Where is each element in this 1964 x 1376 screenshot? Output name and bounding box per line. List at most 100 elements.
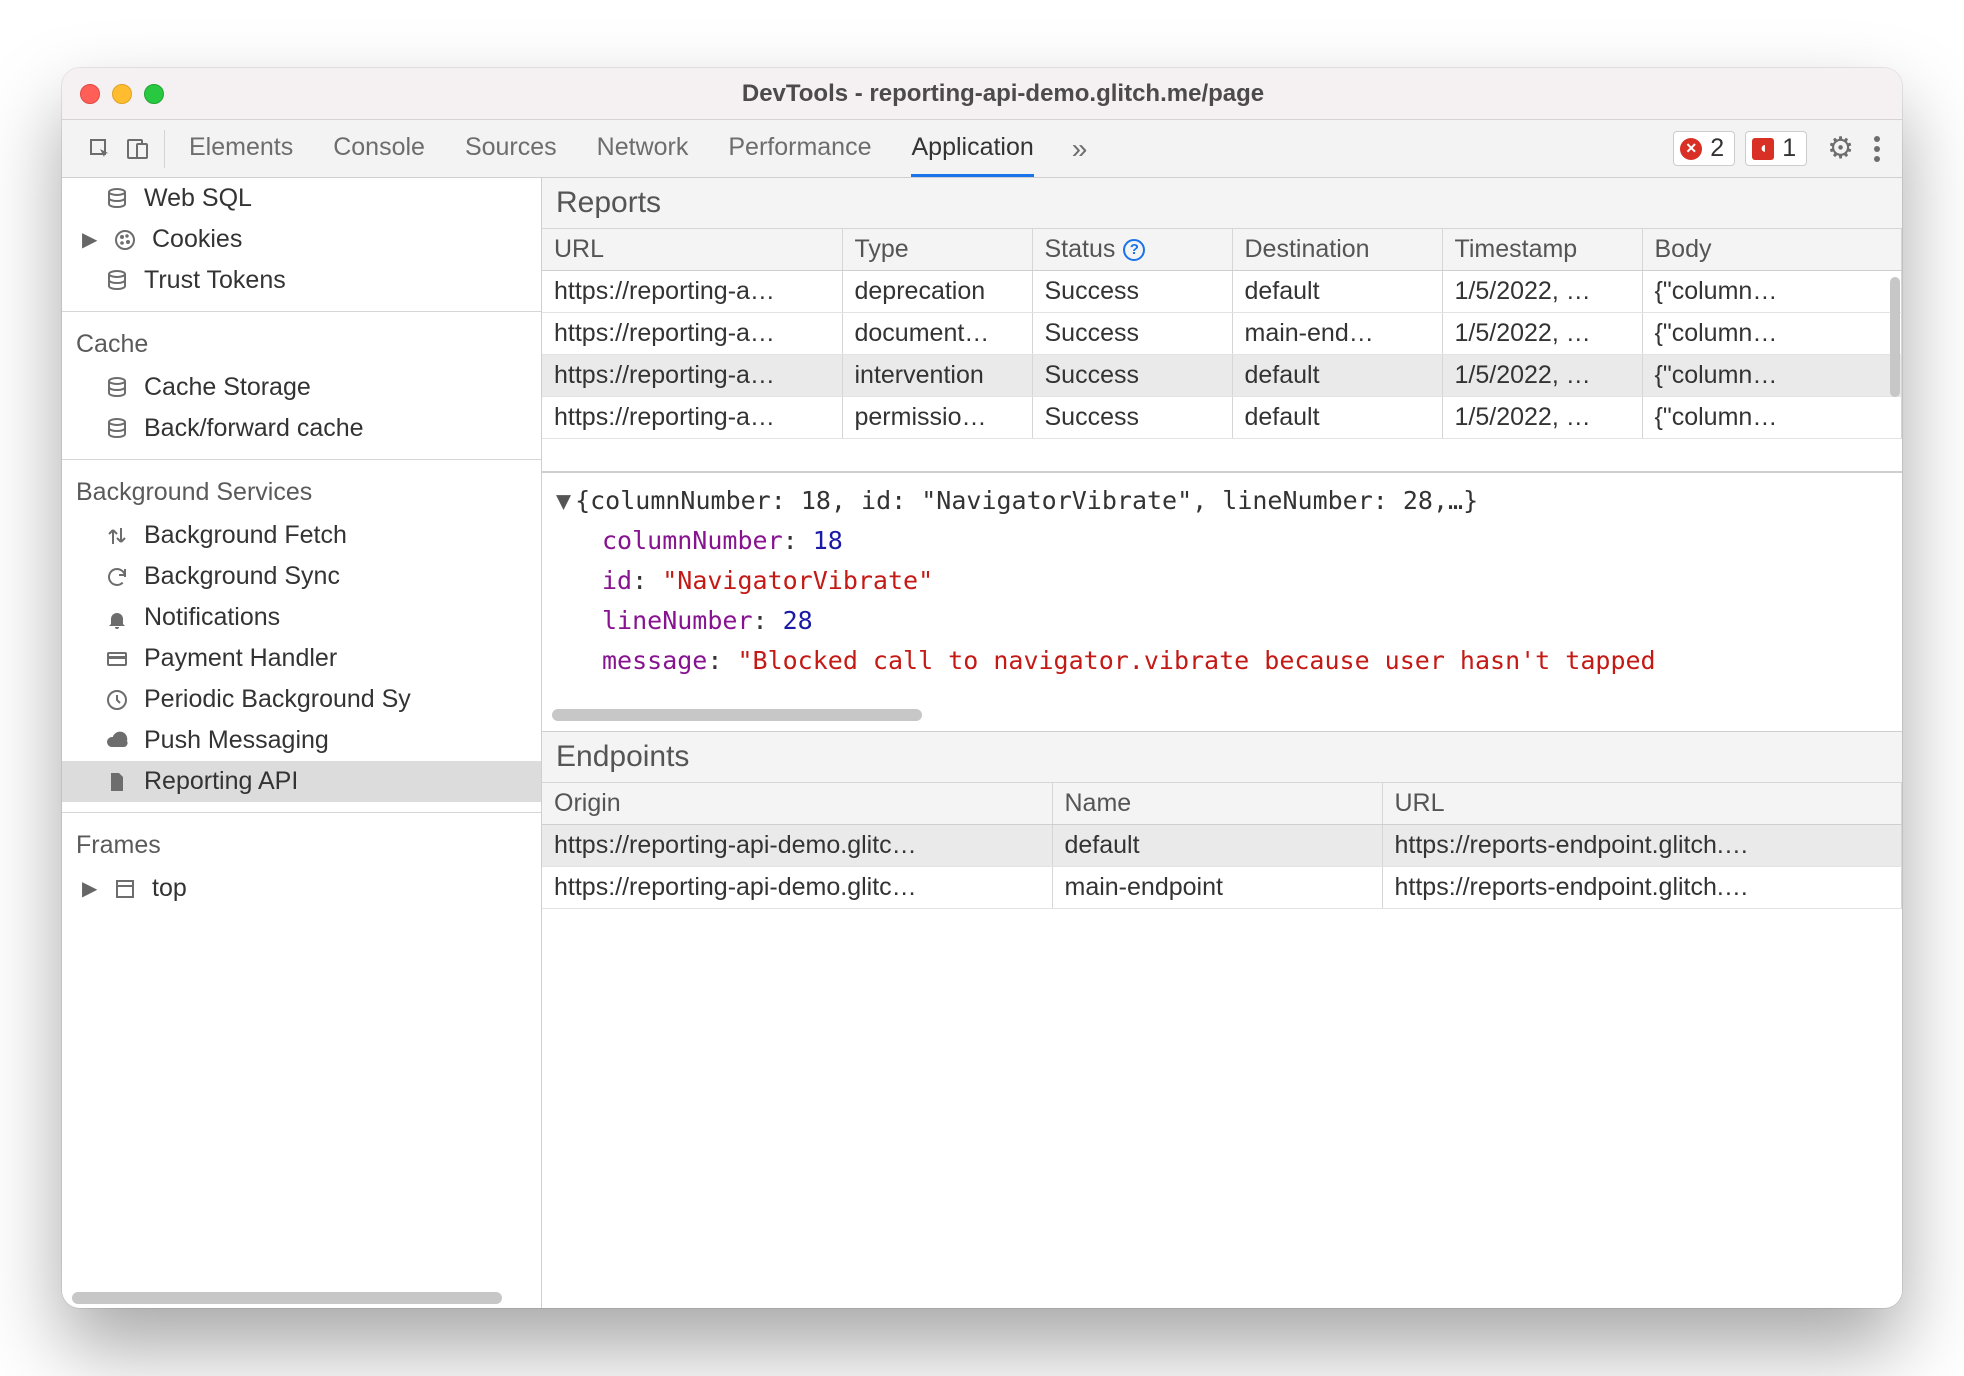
reports-table[interactable]: URL Type Status? Destination Timestamp B… [542, 229, 1902, 271]
sidebar-item-payment[interactable]: Payment Handler [62, 638, 541, 679]
table-cell: main-endpoint [1052, 867, 1382, 909]
table-cell: deprecation [842, 271, 1032, 313]
inspector-property[interactable]: lineNumber: 28 [556, 601, 1888, 641]
col-timestamp[interactable]: Timestamp [1442, 229, 1642, 271]
table-cell: 1/5/2022, … [1442, 397, 1642, 439]
col-destination[interactable]: Destination [1232, 229, 1442, 271]
more-tabs-icon[interactable]: » [1058, 133, 1102, 165]
table-row[interactable]: https://reporting-a…document…Successmain… [542, 313, 1902, 355]
sidebar-item-cache-storage[interactable]: Cache Storage [62, 367, 541, 408]
endpoints-title: Endpoints [542, 732, 1902, 783]
sidebar-item-label: Back/forward cache [144, 414, 364, 443]
inspector-horizontal-scrollbar[interactable] [552, 709, 1878, 725]
sidebar-item-trust-tokens[interactable]: Trust Tokens [62, 260, 541, 301]
table-row[interactable]: https://reporting-a…permissio…Successdef… [542, 397, 1902, 439]
sidebar-item-frame-top[interactable]: ▶ top [62, 868, 541, 909]
inspector-summary[interactable]: ▼{columnNumber: 18, id: "NavigatorVibrat… [556, 481, 1888, 521]
clock-icon [104, 687, 130, 713]
table-cell: 1/5/2022, … [1442, 313, 1642, 355]
window-controls [80, 84, 164, 104]
sidebar-item-push[interactable]: Push Messaging [62, 720, 541, 761]
col-type[interactable]: Type [842, 229, 1032, 271]
inspector-property[interactable]: columnNumber: 18 [556, 521, 1888, 561]
col-origin[interactable]: Origin [542, 783, 1052, 825]
device-toolbar-icon[interactable] [126, 137, 150, 161]
issues-badge[interactable]: ◖ 1 [1745, 131, 1807, 166]
table-cell: {"column… [1642, 397, 1902, 439]
sidebar-item-periodic-sync[interactable]: Periodic Background Sy [62, 679, 541, 720]
sidebar-item-label: Periodic Background Sy [144, 685, 411, 714]
table-cell: https://reports-endpoint.glitch.… [1382, 867, 1902, 909]
tab-sources[interactable]: Sources [465, 120, 557, 177]
errors-badge[interactable]: ✕ 2 [1673, 131, 1735, 166]
table-cell: {"column… [1642, 313, 1902, 355]
table-row[interactable]: https://reporting-api-demo.glitc…main-en… [542, 867, 1902, 909]
maximize-window-button[interactable] [144, 84, 164, 104]
issue-icon: ◖ [1752, 138, 1774, 160]
table-cell: Success [1032, 313, 1232, 355]
tab-network[interactable]: Network [597, 120, 689, 177]
table-cell: default [1052, 825, 1382, 867]
sidebar-item-label: Push Messaging [144, 726, 329, 755]
report-body-inspector[interactable]: ▼{columnNumber: 18, id: "NavigatorVibrat… [542, 472, 1902, 732]
frame-icon [112, 876, 138, 902]
application-sidebar: Web SQL ▶ Cookies Trust Tokens Cache Cac… [62, 178, 542, 1308]
col-url[interactable]: URL [542, 229, 842, 271]
table-cell: https://reporting-api-demo.glitc… [542, 867, 1052, 909]
sidebar-item-label: Payment Handler [144, 644, 337, 673]
table-row[interactable]: https://reporting-api-demo.glitc…default… [542, 825, 1902, 867]
tab-elements[interactable]: Elements [189, 120, 293, 177]
error-icon: ✕ [1680, 138, 1702, 160]
reports-table-wrap: URL Type Status? Destination Timestamp B… [542, 229, 1902, 472]
sidebar-horizontal-scrollbar[interactable] [62, 1288, 541, 1308]
toolbar: Elements Console Sources Network Perform… [62, 120, 1902, 178]
minimize-window-button[interactable] [112, 84, 132, 104]
table-row[interactable]: https://reporting-a…interventionSuccessd… [542, 355, 1902, 397]
sidebar-item-bg-fetch[interactable]: Background Fetch [62, 515, 541, 556]
table-cell: https://reporting-a… [542, 397, 842, 439]
sidebar-item-cookies[interactable]: ▶ Cookies [62, 219, 541, 260]
help-icon[interactable]: ? [1123, 239, 1145, 261]
endpoints-table[interactable]: Origin Name URL https://reporting-api-de… [542, 783, 1902, 909]
sidebar-section-cache: Cache [62, 311, 541, 367]
settings-gear-icon[interactable]: ⚙ [1817, 131, 1864, 166]
tab-performance[interactable]: Performance [728, 120, 871, 177]
sidebar-item-bf-cache[interactable]: Back/forward cache [62, 408, 541, 449]
tab-application[interactable]: Application [911, 120, 1033, 177]
col-status[interactable]: Status? [1032, 229, 1232, 271]
sidebar-item-label: Cache Storage [144, 373, 311, 402]
sidebar-item-notifications[interactable]: Notifications [62, 597, 541, 638]
reports-header-row: URL Type Status? Destination Timestamp B… [542, 229, 1902, 271]
sidebar-item-reporting-api[interactable]: Reporting API [62, 761, 541, 802]
close-window-button[interactable] [80, 84, 100, 104]
table-cell: https://reporting-a… [542, 355, 842, 397]
inspector-property[interactable]: message: "Blocked call to navigator.vibr… [556, 641, 1888, 681]
reports-vertical-scrollbar[interactable] [1890, 277, 1900, 397]
panel-tabs: Elements Console Sources Network Perform… [165, 120, 1058, 177]
tab-console[interactable]: Console [333, 120, 425, 177]
errors-count: 2 [1710, 134, 1724, 163]
reports-title: Reports [542, 178, 1902, 229]
col-url[interactable]: URL [1382, 783, 1902, 825]
issues-count: 1 [1782, 134, 1796, 163]
more-menu-icon[interactable] [1864, 136, 1890, 162]
col-status-label: Status [1045, 235, 1116, 264]
table-cell: default [1232, 397, 1442, 439]
table-row[interactable]: https://reporting-a…deprecationSuccessde… [542, 271, 1902, 313]
collapse-triangle-icon[interactable]: ▼ [556, 486, 571, 515]
sidebar-section-frames: Frames [62, 812, 541, 868]
sidebar-item-bg-sync[interactable]: Background Sync [62, 556, 541, 597]
arrows-updown-icon [104, 523, 130, 549]
col-name[interactable]: Name [1052, 783, 1382, 825]
sidebar-section-bg: Background Services [62, 459, 541, 515]
reports-body-scroll[interactable]: https://reporting-a…deprecationSuccessde… [542, 271, 1902, 471]
sidebar-item-label: Notifications [144, 603, 280, 632]
inspect-element-icon[interactable] [88, 137, 112, 161]
sidebar-item-web-sql[interactable]: Web SQL [62, 178, 541, 219]
col-body[interactable]: Body [1642, 229, 1902, 271]
table-cell: Success [1032, 397, 1232, 439]
database-icon [104, 375, 130, 401]
expand-arrow-icon: ▶ [82, 227, 98, 252]
inspector-property[interactable]: id: "NavigatorVibrate" [556, 561, 1888, 601]
table-cell: main-end… [1232, 313, 1442, 355]
